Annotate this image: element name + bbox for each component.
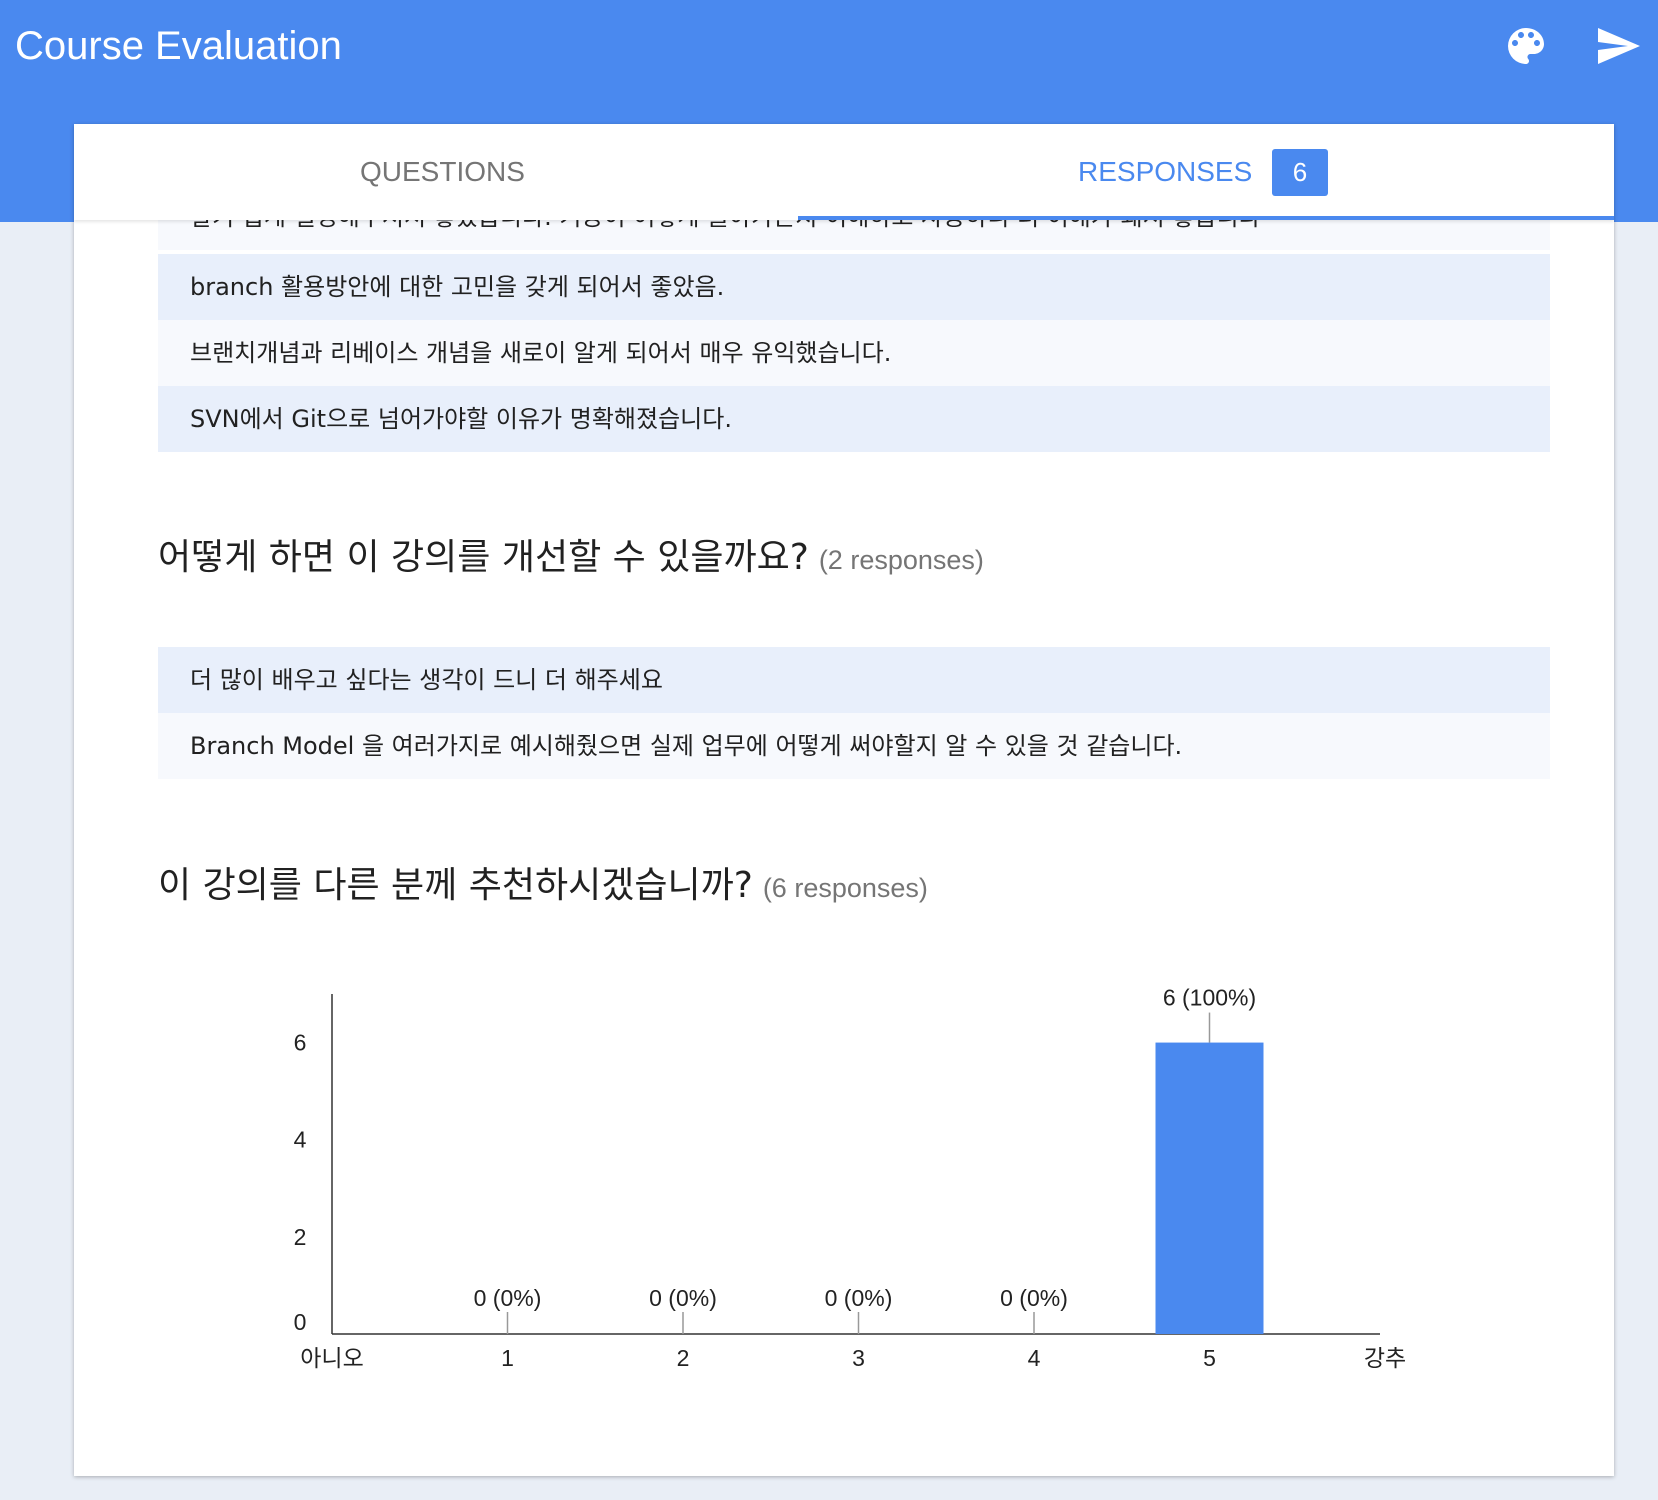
- y-tick-label: 4: [294, 1127, 307, 1153]
- data-label: 0 (0%): [474, 1285, 542, 1311]
- palette-icon[interactable]: [1502, 22, 1550, 70]
- responses-card: 알기 쉽게 설명해주셔서 좋았습니다. 기능이 어떻게 돌아가는지 이해하고 사…: [74, 124, 1614, 1476]
- data-label: 0 (0%): [649, 1285, 717, 1311]
- y-tick-label: 6: [294, 1030, 307, 1056]
- responses-count-badge: 6: [1272, 149, 1328, 196]
- recommend-bar-chart: 0 2 4 6 아니오 강추 1 0 (0%) 2 0 (0%) 3 0 (0%) 4 0 (0%) 5 6 …: [294, 985, 1407, 1371]
- tab-questions-label: QUESTIONS: [360, 156, 525, 187]
- data-label: 0 (0%): [1000, 1285, 1068, 1311]
- bar: [1155, 1042, 1264, 1334]
- x-tick-label: 1: [501, 1345, 514, 1371]
- tab-questions[interactable]: QUESTIONS: [74, 124, 798, 220]
- data-label: 0 (0%): [825, 1285, 893, 1311]
- send-icon[interactable]: [1594, 22, 1642, 70]
- x-tick-label: 5: [1203, 1345, 1216, 1371]
- x-max-label: 강추: [1364, 1345, 1406, 1371]
- form-title: Course Evaluation: [15, 24, 342, 68]
- data-label: 6 (100%): [1163, 985, 1256, 1011]
- y-tick-label: 0: [294, 1309, 307, 1335]
- tab-responses[interactable]: RESPONSES 6: [798, 124, 1614, 220]
- x-tick-label: 4: [1028, 1345, 1041, 1371]
- tab-responses-label: RESPONSES: [1078, 156, 1253, 187]
- y-tick-label: 2: [294, 1224, 307, 1250]
- x-min-label: 아니오: [300, 1345, 363, 1371]
- x-tick-label: 2: [677, 1345, 690, 1371]
- tab-bar: QUESTIONS RESPONSES 6: [74, 124, 1614, 220]
- x-tick-label: 3: [852, 1345, 865, 1371]
- active-tab-indicator: [798, 216, 1614, 220]
